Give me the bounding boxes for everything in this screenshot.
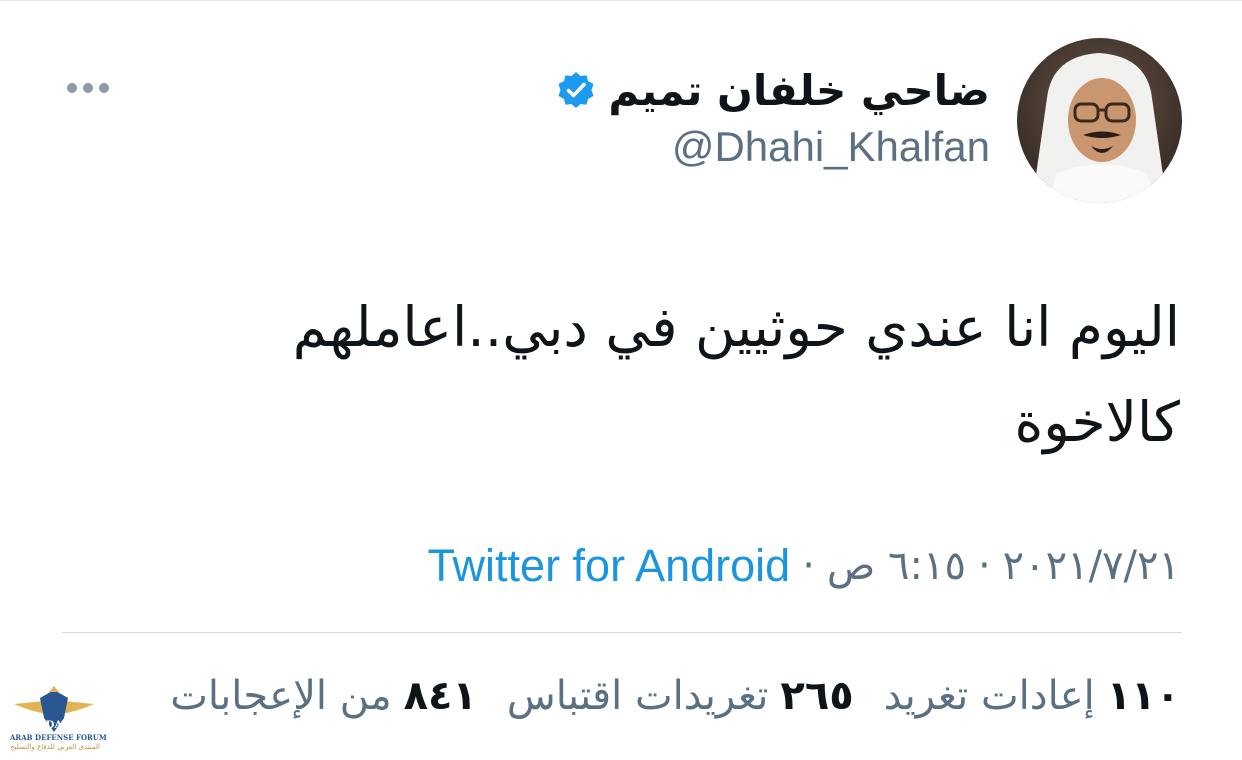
likes-stat[interactable]: ٨٤١ من الإعجابات <box>170 673 477 719</box>
quotes-label: تغريدات اقتباس <box>506 673 769 719</box>
avatar[interactable] <box>1017 38 1182 203</box>
tweet-text-line: اليوم انا عندي حوثيين في دبي..اعاملهم <box>292 295 1180 359</box>
author-display-name[interactable]: ضاحي خلفان تميم <box>608 66 990 115</box>
likes-count: ٨٤١ <box>403 673 477 719</box>
divider <box>62 632 1182 633</box>
meta-separator: · <box>802 543 815 589</box>
watermark-name-ar: المنتدى العربي للدفاع والتسليح <box>10 743 100 751</box>
retweets-count: ١١٠ <box>1106 673 1180 719</box>
retweets-stat[interactable]: ١١٠ إعادات تغريد <box>884 673 1180 719</box>
tweet-meta: ٢٠٢١/٧/٢١ · ٦:١٥ ص · Twitter for Android <box>428 536 1180 596</box>
more-dot-icon <box>67 83 77 93</box>
profile-photo-icon <box>1017 38 1182 203</box>
meta-separator: · <box>977 543 991 589</box>
watermark-logo-text: DA <box>46 720 63 731</box>
tweet-source-link[interactable]: Twitter for Android <box>428 540 791 592</box>
more-dot-icon <box>99 83 109 93</box>
eagle-logo-icon: DA <box>14 686 94 732</box>
tweet-text: اليوم انا عندي حوثيين في دبي..اعاملهم كا… <box>180 280 1180 470</box>
more-options-button[interactable] <box>62 74 114 102</box>
tweet-date[interactable]: ٢٠٢١/٧/٢١ <box>1003 543 1180 589</box>
verified-badge-icon <box>558 72 594 108</box>
author-name-row: ضاحي خلفان تميم <box>556 60 990 120</box>
watermark-name-en: ARAB DEFENSE FORUM <box>10 733 107 742</box>
tweet-stats: ١١٠ إعادات تغريد ٢٦٥ تغريدات اقتباس ٨٤١ … <box>140 664 1180 728</box>
top-border <box>0 0 1242 1</box>
forum-watermark-logo: DA ARAB DEFENSE FORUM المنتدى العربي للد… <box>8 682 107 756</box>
quotes-stat[interactable]: ٢٦٥ تغريدات اقتباس <box>507 673 854 719</box>
more-dot-icon <box>83 83 93 93</box>
quotes-count: ٢٦٥ <box>780 673 854 719</box>
retweets-label: إعادات تغريد <box>883 673 1095 719</box>
tweet-text-line: كالاخوة <box>1014 390 1180 454</box>
tweet-time[interactable]: ٦:١٥ ص <box>827 543 966 589</box>
author-handle[interactable]: @Dhahi_Khalfan <box>672 123 990 171</box>
likes-label: من الإعجابات <box>170 673 392 719</box>
